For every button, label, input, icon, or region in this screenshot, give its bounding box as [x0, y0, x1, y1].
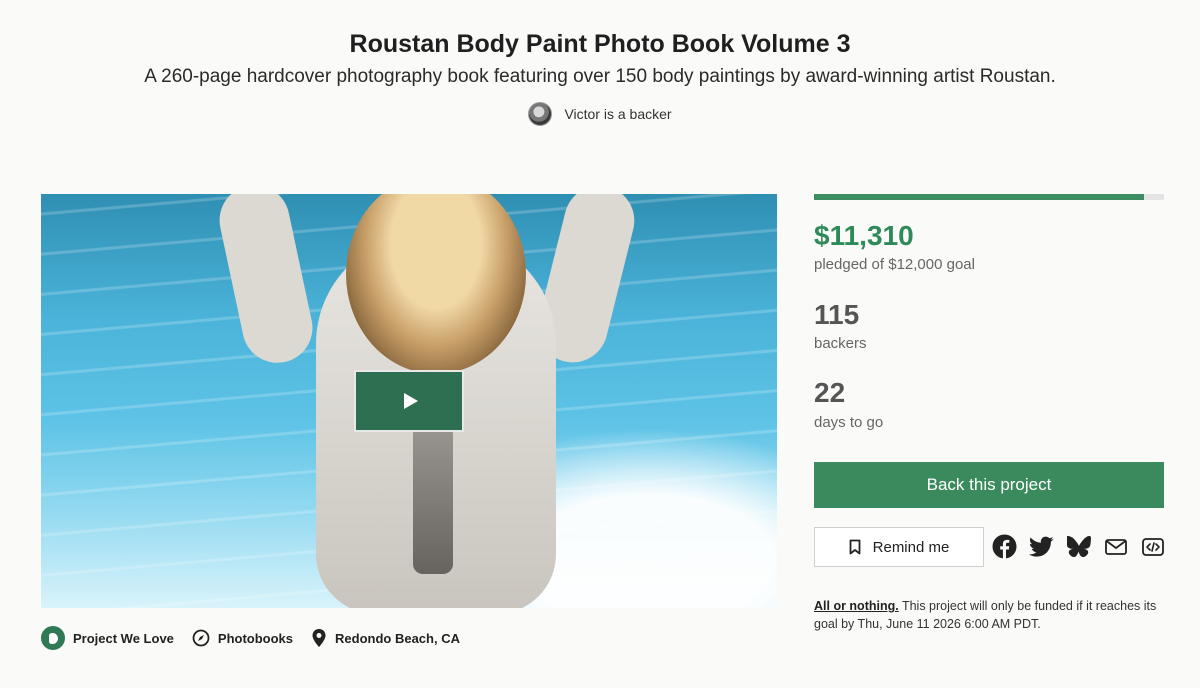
compass-icon [192, 629, 210, 647]
email-icon[interactable] [1103, 534, 1128, 559]
project-video[interactable] [41, 194, 777, 608]
category-label: Photobooks [217, 630, 294, 646]
category-link[interactable]: Photobooks [192, 629, 293, 647]
funding-progress-fill [814, 194, 1144, 200]
remind-me-label: Remind me [872, 538, 950, 556]
share-icons [992, 534, 1165, 559]
days-label: days to go [814, 414, 884, 431]
figure-spine-paint [413, 424, 453, 574]
back-this-project-button[interactable]: Back this project [814, 462, 1164, 508]
play-button[interactable] [354, 370, 464, 432]
project-meta: Project We Love Photobooks Redondo Beach… [41, 626, 460, 650]
remind-me-button[interactable]: Remind me [814, 527, 984, 567]
project-we-love-icon [41, 626, 65, 650]
backers-label: backers [814, 335, 867, 352]
location-link[interactable]: Redondo Beach, CA [311, 628, 460, 648]
backer-text: Victor is a backer [564, 106, 672, 122]
pledged-amount: $11,310 [814, 220, 914, 251]
facebook-icon[interactable] [992, 534, 1017, 559]
backer-line: Victor is a backer [0, 102, 1200, 126]
project-we-love-label: Project We Love [73, 630, 174, 646]
project-we-love-link[interactable]: Project We Love [41, 626, 174, 650]
embed-icon[interactable] [1140, 534, 1165, 559]
funding-note: All or nothing. This project will only b… [814, 597, 1174, 633]
project-title: Roustan Body Paint Photo Book Volume 3 [349, 30, 851, 58]
play-icon [404, 393, 418, 409]
bookmark-icon [849, 539, 861, 555]
days-count: 22 [814, 377, 846, 408]
avatar[interactable] [528, 102, 553, 126]
location-pin-icon [312, 629, 326, 647]
bluesky-icon[interactable] [1066, 534, 1091, 559]
pledged-goal-text: pledged of $12,000 goal [814, 256, 975, 273]
backers-count: 115 [814, 299, 860, 330]
all-or-nothing-link[interactable]: All or nothing. [814, 599, 899, 613]
project-subtitle: A 260-page hardcover photography book fe… [144, 66, 1056, 87]
funding-progress-bar [814, 194, 1164, 200]
twitter-icon[interactable] [1029, 534, 1054, 559]
location-label: Redondo Beach, CA [335, 630, 460, 646]
